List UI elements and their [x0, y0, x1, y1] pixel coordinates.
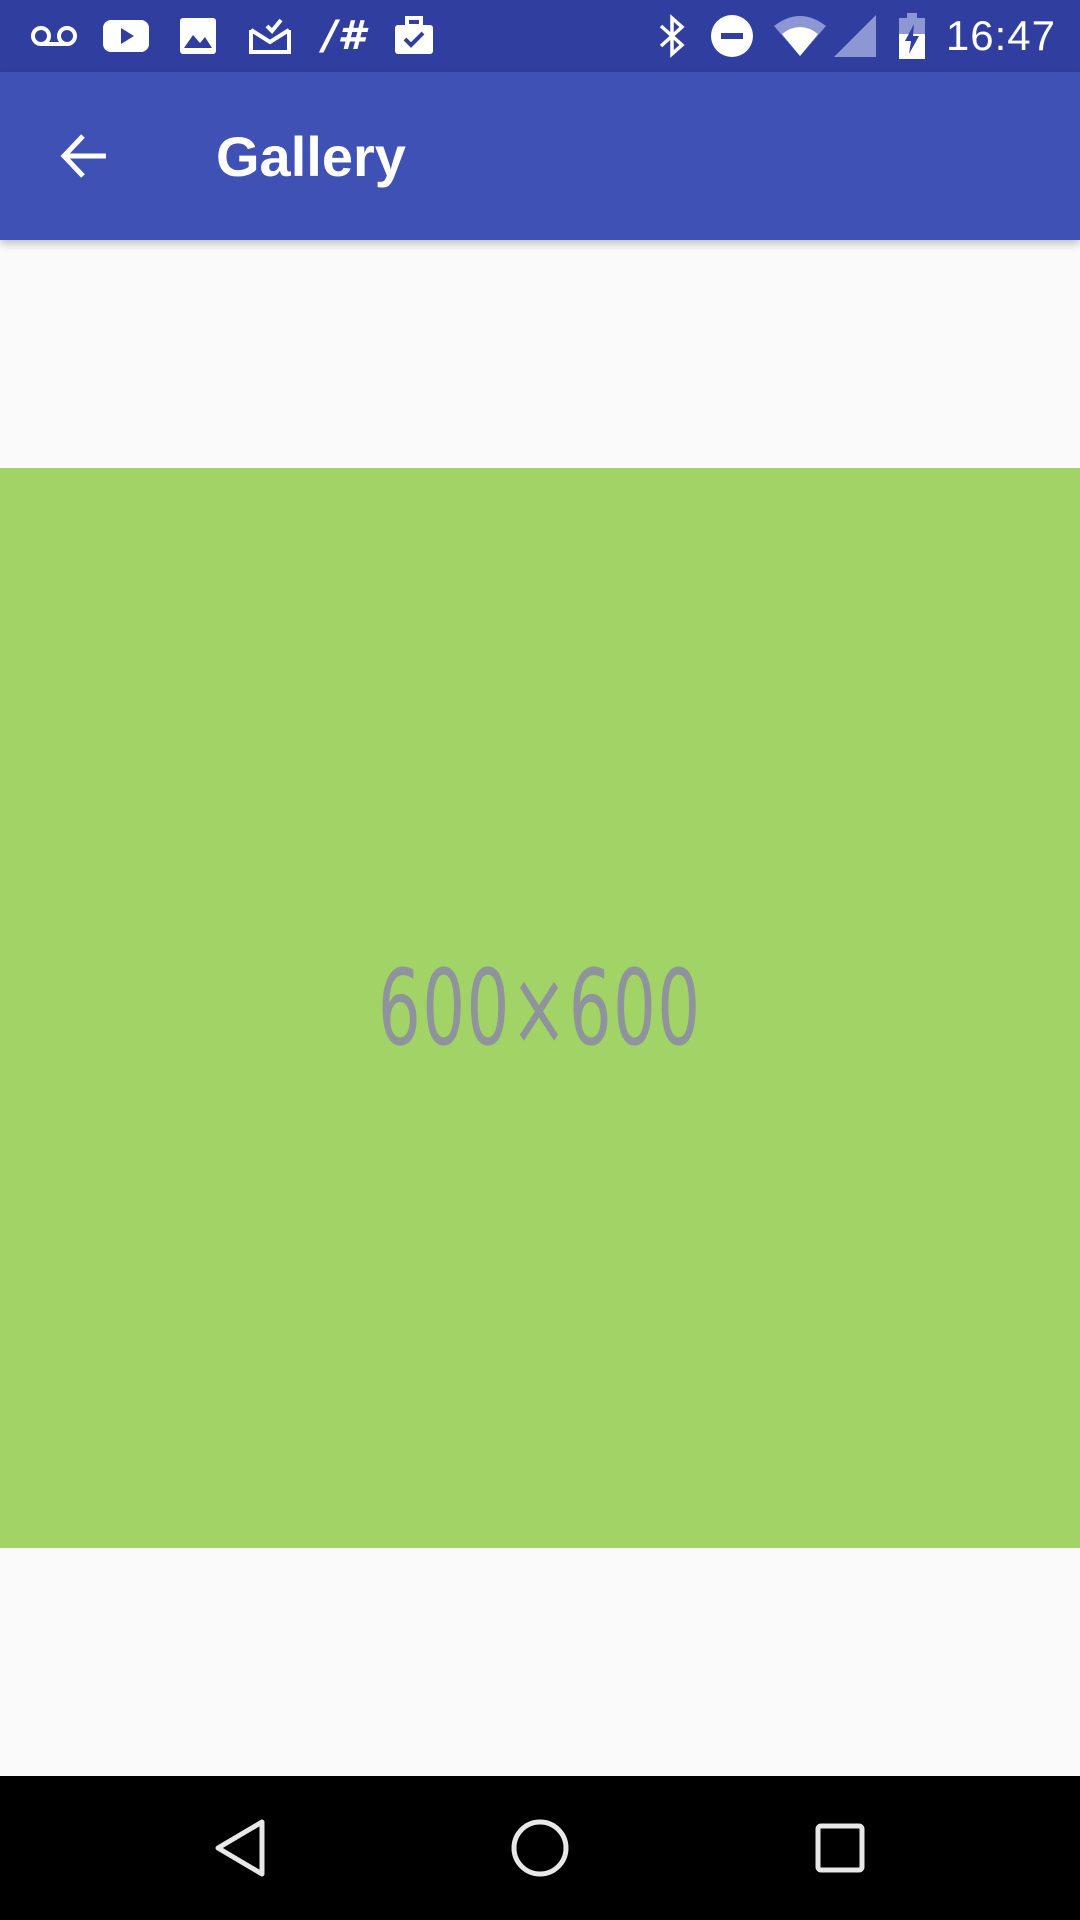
navigation-bar	[0, 1776, 1080, 1920]
nav-recents-button[interactable]	[760, 1776, 920, 1920]
app-bar: Gallery	[0, 72, 1080, 240]
hash-icon: /#	[322, 13, 366, 59]
home-circle-icon	[510, 1818, 570, 1878]
gallery-content[interactable]: 600×600	[0, 240, 1080, 1776]
work-check-icon	[390, 0, 438, 72]
wifi-icon	[770, 0, 830, 72]
arrow-back-icon	[58, 130, 110, 182]
status-time: 16:47	[945, 12, 1056, 59]
cell-signal-icon	[830, 0, 880, 72]
gallery-image[interactable]: 600×600	[0, 468, 1080, 1548]
back-button[interactable]	[28, 108, 140, 204]
voicemail-icon	[28, 0, 80, 72]
page-title: Gallery	[216, 124, 406, 188]
nav-home-button[interactable]	[460, 1776, 620, 1920]
back-triangle-icon	[212, 1818, 268, 1878]
battery-charging-icon	[894, 0, 930, 72]
youtube-icon	[100, 0, 152, 72]
nav-back-button[interactable]	[160, 1776, 320, 1920]
mail-check-icon	[244, 0, 296, 72]
bluetooth-icon	[652, 0, 692, 72]
image-icon	[174, 0, 222, 72]
image-placeholder-label: 600×600	[378, 947, 702, 1069]
status-bar: /# 16:47	[0, 0, 1080, 72]
recents-square-icon	[814, 1822, 866, 1874]
do-not-disturb-icon	[708, 0, 756, 72]
